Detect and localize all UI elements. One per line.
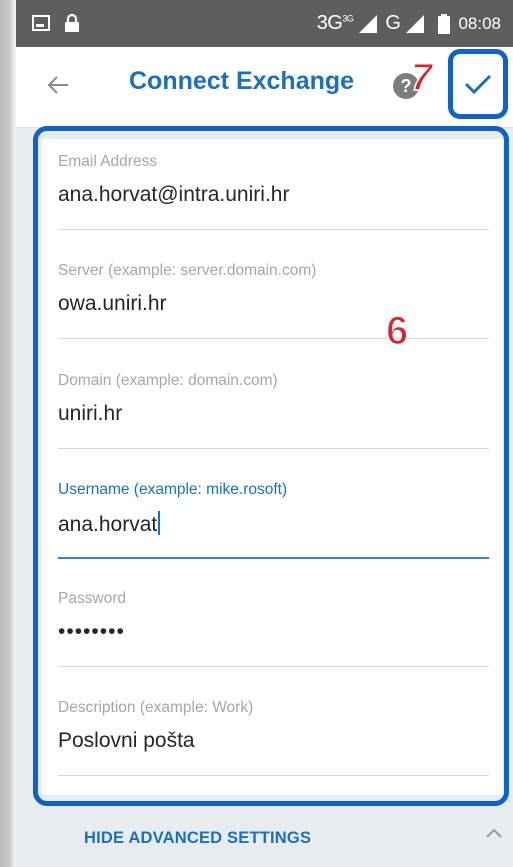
domain-value[interactable]: uniri.hr	[58, 402, 489, 426]
app-bar: Connect Exchange ? 7	[16, 47, 513, 128]
account-form: Email Address ana.horvat@intra.uniri.hr …	[42, 139, 503, 795]
status-right-icons: 3G3G G 08:08	[317, 12, 501, 35]
field-underline	[58, 666, 489, 667]
battery-icon	[438, 13, 451, 34]
back-arrow-icon	[47, 76, 68, 94]
username-field[interactable]: Username (example: mike.rosoft) ana.horv…	[58, 481, 489, 559]
back-button[interactable]	[38, 65, 78, 105]
lock-icon	[65, 13, 79, 32]
advanced-settings-label: HIDE ADVANCED SETTINGS	[84, 829, 312, 847]
password-label: Password	[58, 590, 127, 607]
status-bar: 3G3G G 08:08	[16, 0, 513, 47]
password-value[interactable]: ••••••••	[58, 620, 489, 644]
username-label: Username (example: mike.rosoft)	[58, 481, 288, 498]
network-type-secondary: G	[385, 12, 401, 34]
page-title: Connect Exchange	[129, 67, 355, 95]
advanced-settings-toggle[interactable]: HIDE ADVANCED SETTINGS	[16, 806, 513, 867]
email-label: Email Address	[58, 153, 158, 170]
field-underline	[58, 775, 489, 776]
status-left-icons	[32, 13, 80, 33]
chevron-up-icon	[486, 828, 502, 838]
help-icon: ?	[400, 75, 412, 96]
server-value[interactable]: owa.uniri.hr	[58, 292, 489, 316]
field-underline	[58, 229, 489, 230]
description-value[interactable]: Poslovni pošta	[58, 729, 489, 753]
phone-screen: 3G3G G 08:08 Connect Exchange ? 7 Email …	[16, 0, 513, 867]
email-field[interactable]: Email Address ana.horvat@intra.uniri.hr	[58, 153, 489, 230]
server-field[interactable]: Server (example: server.domain.com) owa.…	[58, 262, 489, 339]
email-value[interactable]: ana.horvat@intra.uniri.hr	[58, 183, 489, 207]
network-type: 3G3G	[316, 12, 354, 34]
check-icon	[464, 74, 492, 95]
domain-field[interactable]: Domain (example: domain.com) uniri.hr	[58, 372, 489, 449]
signal-icon	[359, 14, 378, 33]
server-label: Server (example: server.domain.com)	[58, 262, 317, 279]
screenshot-icon	[32, 15, 50, 31]
text-caret	[158, 511, 161, 535]
description-label: Description (example: Work)	[58, 699, 254, 716]
confirm-button[interactable]	[448, 49, 508, 119]
field-underline-active	[58, 557, 489, 559]
password-field[interactable]: Password ••••••••	[58, 590, 489, 667]
username-input[interactable]: ana.horvat	[58, 511, 489, 537]
step-marker-7: 7	[410, 56, 433, 100]
status-time: 08:08	[458, 13, 501, 33]
field-underline	[58, 448, 489, 449]
domain-label: Domain (example: domain.com)	[58, 372, 278, 389]
field-underline	[58, 338, 489, 339]
description-field[interactable]: Description (example: Work) Poslovni poš…	[58, 699, 489, 776]
signal-icon	[406, 14, 425, 33]
step-marker-6: 6	[385, 308, 409, 354]
